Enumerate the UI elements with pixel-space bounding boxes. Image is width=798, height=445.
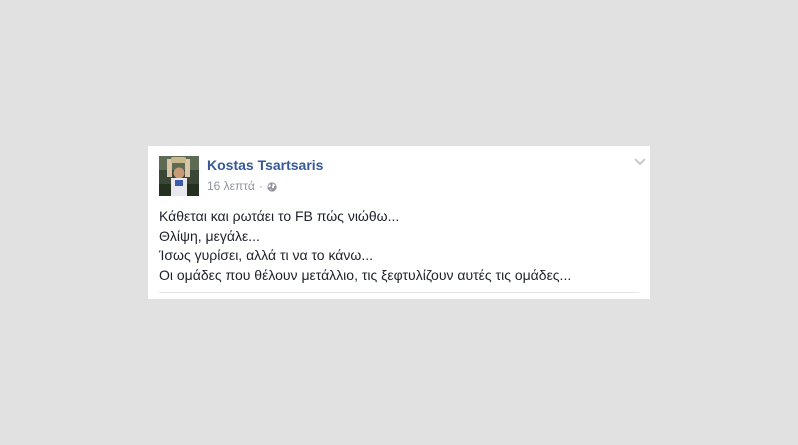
globe-icon[interactable] [267,181,277,192]
meta-separator: · [258,179,263,193]
author-avatar[interactable] [159,156,199,196]
post-text-line: Κάθεται και ρωτάει το FB πώς νιώθω... [159,208,400,224]
post-card: Kostas Tsartsaris 16 λεπτά · Κάθεται και… [148,146,650,299]
post-text-line: Οι ομάδες που θέλουν μετάλλιο, τις ξεφτυ… [159,266,572,283]
post-text-line: Θλίψη, μεγάλε... [159,227,260,244]
post-divider [159,292,639,293]
chevron-down-icon[interactable] [633,155,647,169]
author-name-link[interactable]: Kostas Tsartsaris [207,157,323,173]
post-text: Κάθεται και ρωτάει το FB πώς νιώθω... Θλ… [159,207,639,285]
avatar-image [159,156,199,196]
post-timestamp[interactable]: 16 λεπτά [207,179,255,193]
post-meta: 16 λεπτά · [207,179,277,193]
post-text-line: Ίσως γυρίσει, αλλά τι να το κάνω... [159,247,373,263]
